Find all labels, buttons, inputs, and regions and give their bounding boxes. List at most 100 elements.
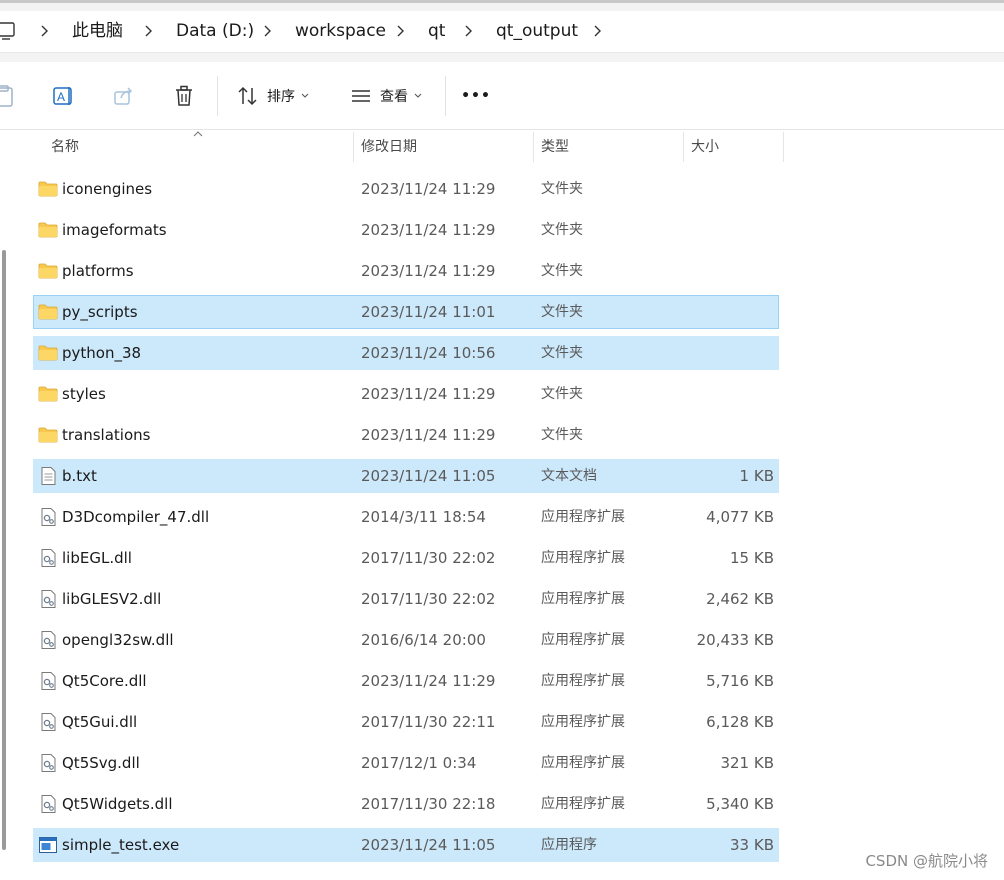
file-date: 2023/11/24 11:01 bbox=[361, 303, 496, 321]
file-row[interactable]: Qt5Gui.dll 2017/11/30 22:11 应用程序扩展 6,128 KB bbox=[33, 705, 779, 739]
column-header-type[interactable]: 类型 bbox=[533, 132, 683, 162]
dll-file-icon bbox=[41, 549, 56, 567]
dll-file-icon bbox=[41, 631, 56, 649]
chevron-right-icon[interactable] bbox=[38, 18, 50, 44]
share-button[interactable] bbox=[108, 78, 140, 114]
breadcrumb-data-drive[interactable]: Data (D:) bbox=[176, 18, 254, 44]
file-type: 文件夹 bbox=[541, 345, 583, 361]
breadcrumb-this-pc[interactable]: 此电脑 bbox=[72, 18, 123, 44]
dll-file-icon bbox=[41, 795, 56, 813]
file-name: Qt5Core.dll bbox=[62, 672, 147, 690]
file-type: 文件夹 bbox=[541, 263, 583, 279]
chevron-down-icon bbox=[301, 93, 309, 98]
view-label: 查看 bbox=[380, 89, 408, 105]
file-size: 33 KB bbox=[730, 836, 774, 854]
file-row[interactable]: translations 2023/11/24 11:29 文件夹 bbox=[33, 418, 779, 452]
file-row[interactable]: Qt5Svg.dll 2017/12/1 0:34 应用程序扩展 321 KB bbox=[33, 746, 779, 780]
file-name: platforms bbox=[62, 262, 134, 280]
file-row[interactable]: platforms 2023/11/24 11:29 文件夹 bbox=[33, 254, 779, 288]
file-date: 2016/6/14 20:00 bbox=[361, 631, 486, 649]
view-list-icon bbox=[352, 90, 370, 102]
breadcrumb-qt-output[interactable]: qt_output bbox=[496, 18, 578, 44]
file-row[interactable]: imageformats 2023/11/24 11:29 文件夹 bbox=[33, 213, 779, 247]
file-date: 2023/11/24 11:29 bbox=[361, 426, 496, 444]
file-date: 2017/12/1 0:34 bbox=[361, 754, 477, 772]
delete-button[interactable] bbox=[168, 78, 200, 114]
toolbar-divider bbox=[445, 76, 446, 116]
folder-icon bbox=[38, 386, 58, 402]
breadcrumb-qt[interactable]: qt bbox=[428, 18, 445, 44]
chevron-right-icon[interactable] bbox=[591, 18, 603, 44]
more-options-button[interactable]: ••• bbox=[458, 78, 494, 114]
chevron-right-icon[interactable] bbox=[462, 18, 474, 44]
file-size: 4,077 KB bbox=[706, 508, 774, 526]
file-type: 文本文档 bbox=[541, 468, 597, 484]
file-type: 文件夹 bbox=[541, 427, 583, 443]
file-name: iconengines bbox=[62, 180, 153, 198]
column-header-size[interactable]: 大小 bbox=[683, 132, 783, 162]
file-date: 2023/11/24 11:29 bbox=[361, 221, 496, 239]
chevron-right-icon[interactable] bbox=[261, 18, 273, 44]
chevron-right-icon[interactable] bbox=[394, 18, 406, 44]
file-row[interactable]: D3Dcompiler_47.dll 2014/3/11 18:54 应用程序扩展 4… bbox=[33, 500, 779, 534]
paste-button[interactable] bbox=[0, 78, 18, 114]
rename-icon: A bbox=[53, 87, 72, 105]
window-top-edge bbox=[0, 0, 1004, 3]
file-row[interactable]: libEGL.dll 2017/11/30 22:02 应用程序扩展 15 KB bbox=[33, 541, 779, 575]
command-toolbar: A 排序 查看 ••• bbox=[0, 62, 1004, 130]
file-date: 2023/11/24 11:05 bbox=[361, 467, 496, 485]
file-row[interactable]: b.txt 2023/11/24 11:05 文本文档 1 KB bbox=[33, 459, 779, 493]
this-pc-icon[interactable] bbox=[0, 20, 16, 42]
file-name: python_38 bbox=[62, 344, 142, 362]
file-row[interactable]: libGLESV2.dll 2017/11/30 22:02 应用程序扩展 2,462… bbox=[33, 582, 779, 616]
file-size: 2,462 KB bbox=[706, 590, 774, 608]
file-name: Qt5Svg.dll bbox=[62, 754, 140, 772]
sort-button[interactable]: 排序 bbox=[230, 78, 316, 114]
chevron-right-icon[interactable] bbox=[142, 18, 154, 44]
file-row[interactable]: Qt5Core.dll 2023/11/24 11:29 应用程序扩展 5,716 K… bbox=[33, 664, 779, 698]
svg-text:A: A bbox=[57, 90, 65, 104]
file-row[interactable]: styles 2023/11/24 11:29 文件夹 bbox=[33, 377, 779, 411]
file-type: 文件夹 bbox=[541, 181, 583, 197]
toolbar-divider bbox=[217, 76, 218, 116]
address-area: 此电脑 Data (D:) workspace qt qt_output bbox=[0, 0, 1004, 62]
file-type: 文件夹 bbox=[541, 222, 583, 238]
file-row[interactable]: opengl32sw.dll 2016/6/14 20:00 应用程序扩展 20,43… bbox=[33, 623, 779, 657]
rename-button[interactable]: A bbox=[48, 78, 80, 114]
file-type: 应用程序扩展 bbox=[541, 632, 625, 648]
column-divider[interactable] bbox=[783, 132, 784, 162]
file-type: 应用程序 bbox=[541, 837, 597, 853]
column-header-date[interactable]: 修改日期 bbox=[353, 132, 533, 162]
file-row[interactable]: iconengines 2023/11/24 11:29 文件夹 bbox=[33, 172, 779, 206]
dll-file-icon bbox=[41, 713, 56, 731]
file-type: 应用程序扩展 bbox=[541, 591, 625, 607]
file-row[interactable]: py_scripts 2023/11/24 11:01 文件夹 bbox=[33, 295, 779, 329]
view-button[interactable]: 查看 bbox=[344, 78, 428, 114]
file-row[interactable]: python_38 2023/11/24 10:56 文件夹 bbox=[33, 336, 779, 370]
text-file-icon bbox=[41, 467, 56, 485]
breadcrumb-workspace[interactable]: workspace bbox=[295, 18, 386, 44]
file-date: 2023/11/24 11:29 bbox=[361, 180, 496, 198]
file-size: 6,128 KB bbox=[706, 713, 774, 731]
file-type: 应用程序扩展 bbox=[541, 714, 625, 730]
file-name: Qt5Widgets.dll bbox=[62, 795, 173, 813]
vertical-scrollbar[interactable] bbox=[2, 250, 6, 850]
file-name: libGLESV2.dll bbox=[62, 590, 162, 608]
trash-icon bbox=[176, 85, 192, 106]
file-row[interactable]: Qt5Widgets.dll 2017/11/30 22:18 应用程序扩展 5,34… bbox=[33, 787, 779, 821]
file-row[interactable]: simple_test.exe 2023/11/24 11:05 应用程序 33 KB bbox=[33, 828, 779, 862]
file-type: 文件夹 bbox=[541, 386, 583, 402]
file-size: 15 KB bbox=[730, 549, 774, 567]
file-date: 2017/11/30 22:02 bbox=[361, 590, 496, 608]
column-header-name[interactable]: 名称 bbox=[43, 132, 353, 162]
file-date: 2023/11/24 11:29 bbox=[361, 262, 496, 280]
file-name: simple_test.exe bbox=[62, 836, 180, 854]
file-name: libEGL.dll bbox=[62, 549, 132, 567]
file-date: 2023/11/24 11:05 bbox=[361, 836, 496, 854]
file-name: Qt5Gui.dll bbox=[62, 713, 138, 731]
file-name: b.txt bbox=[62, 467, 97, 485]
file-type: 应用程序扩展 bbox=[541, 550, 625, 566]
dll-file-icon bbox=[41, 754, 56, 772]
dll-file-icon bbox=[41, 508, 56, 526]
share-icon bbox=[114, 87, 133, 105]
